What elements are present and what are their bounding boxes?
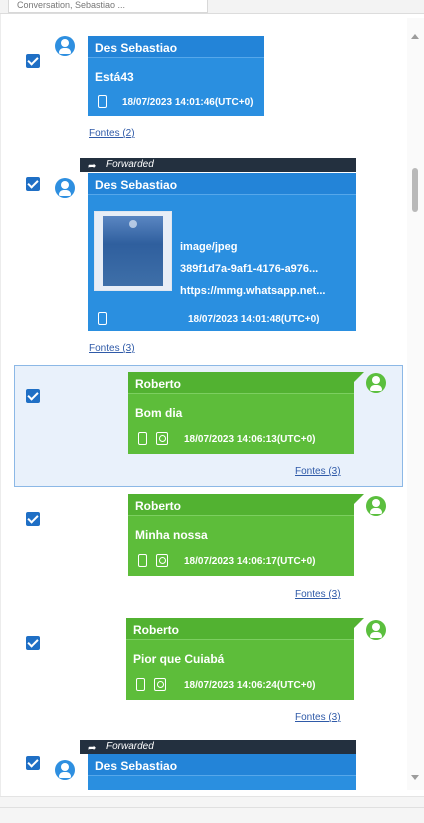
message-timestamp: 18/07/2023 14:06:13(UTC+0) <box>184 434 316 445</box>
fontes-link[interactable]: Fontes (2) <box>89 128 135 139</box>
fontes-link[interactable]: Fontes (3) <box>295 589 341 600</box>
fontes-link[interactable]: Fontes (3) <box>295 466 341 477</box>
contact-card-icon <box>154 678 166 691</box>
user-avatar-icon <box>55 760 75 780</box>
contact-card-icon <box>156 554 168 567</box>
message-bubble[interactable]: Roberto Pior que Cuiabá 18/07/2023 14:06… <box>126 618 354 700</box>
bubble-tail <box>354 618 364 628</box>
scroll-up-icon[interactable] <box>411 34 419 39</box>
message-bubble[interactable]: Roberto Minha nossa 18/07/2023 14:06:17(… <box>128 494 354 576</box>
message-checkbox[interactable] <box>26 636 40 650</box>
message-timestamp: 18/07/2023 14:06:17(UTC+0) <box>184 556 316 567</box>
message-checkbox[interactable] <box>26 389 40 403</box>
message-text: Está43 <box>95 70 134 84</box>
forward-arrow-icon: ➦ <box>88 161 97 172</box>
contact-card-icon <box>156 432 168 445</box>
image-thumbnail[interactable] <box>94 211 172 291</box>
forwarded-label: Forwarded <box>106 159 154 170</box>
phone-icon <box>98 312 107 325</box>
message-text: Minha nossa <box>135 528 208 542</box>
fontes-link[interactable]: Fontes (3) <box>295 712 341 723</box>
message-sender: Des Sebastiao <box>95 41 178 55</box>
message-sender: Roberto <box>135 499 181 513</box>
message-timestamp: 18/07/2023 14:06:24(UTC+0) <box>184 680 316 691</box>
message-bubble[interactable]: Des Sebastiao <box>88 754 356 790</box>
user-avatar-icon <box>366 373 386 393</box>
forwarded-label: Forwarded <box>106 741 154 752</box>
message-checkbox[interactable] <box>26 512 40 526</box>
message-text: Pior que Cuiabá <box>133 652 225 666</box>
bubble-tail <box>354 372 364 382</box>
message-text: Bom dia <box>135 406 183 420</box>
vertical-scrollbar[interactable] <box>407 18 424 790</box>
scroll-down-icon[interactable] <box>411 775 419 780</box>
message-timestamp: 18/07/2023 14:01:46(UTC+0) <box>122 97 254 108</box>
phone-icon <box>138 554 147 567</box>
message-sender: Des Sebastiao <box>95 759 178 773</box>
message-bubble[interactable]: Roberto Bom dia 18/07/2023 14:06:13(UTC+… <box>128 372 354 454</box>
phone-icon <box>98 95 107 108</box>
message-bubble[interactable]: Des Sebastiao image/jpeg 389f1d7a-9af1-4… <box>88 173 356 331</box>
message-sender: Roberto <box>135 377 181 391</box>
user-avatar-icon <box>55 36 75 56</box>
message-sender: Roberto <box>133 623 179 637</box>
attachment-type: image/jpeg <box>180 241 238 253</box>
phone-icon <box>136 678 145 691</box>
bubble-tail <box>354 494 364 504</box>
message-timestamp: 18/07/2023 14:01:48(UTC+0) <box>188 314 320 325</box>
message-bubble[interactable]: Des Sebastiao Está43 18/07/2023 14:01:46… <box>88 36 264 116</box>
phone-icon <box>138 432 147 445</box>
bottom-bar <box>0 796 424 823</box>
user-avatar-icon <box>366 620 386 640</box>
forwarded-banner: ➦ Forwarded <box>80 740 356 754</box>
attachment-url[interactable]: https://mmg.whatsapp.net... <box>180 285 325 297</box>
message-checkbox[interactable] <box>26 756 40 770</box>
conversation-tab[interactable]: Conversation, Sebastiao ... <box>8 0 208 13</box>
scroll-thumb[interactable] <box>412 168 418 212</box>
attachment-name: 389f1d7a-9af1-4176-a976... <box>180 263 319 275</box>
fontes-link[interactable]: Fontes (3) <box>89 343 135 354</box>
message-checkbox[interactable] <box>26 54 40 68</box>
window-tab-bar: Conversation, Sebastiao ... <box>0 0 424 14</box>
user-avatar-icon <box>55 178 75 198</box>
message-checkbox[interactable] <box>26 177 40 191</box>
forwarded-banner: ➦ Forwarded <box>80 158 356 172</box>
user-avatar-icon <box>366 496 386 516</box>
message-sender: Des Sebastiao <box>95 178 178 192</box>
